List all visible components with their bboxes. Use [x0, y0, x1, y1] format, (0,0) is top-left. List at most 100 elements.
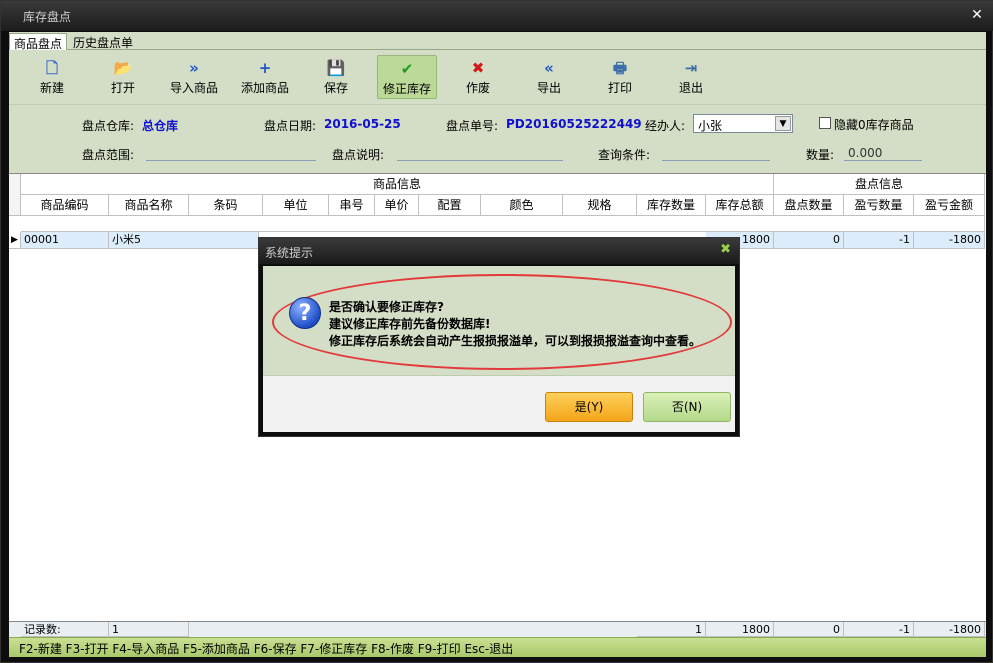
col-spec[interactable]: 规格 [563, 195, 637, 216]
filter-row[interactable] [21, 216, 985, 232]
print-icon: 🖶 [612, 59, 628, 77]
no-button[interactable]: 否(N) [643, 392, 731, 422]
cell-product-name[interactable]: 小米5 [109, 232, 259, 249]
col-diff-amount[interactable]: 盈亏金额 [914, 195, 985, 216]
new-button-label: 新建 [39, 81, 64, 95]
open-button[interactable]: 📂 打开 [93, 55, 153, 99]
save-icon: 💾 [326, 59, 346, 77]
footer-diff-amount: -1800 [914, 622, 985, 637]
tab-history-count[interactable]: 历史盘点单 [69, 33, 137, 50]
group-count-info: 盘点信息 [774, 174, 985, 195]
row-indicator-header [9, 174, 21, 216]
handler-select[interactable]: 小张 ▼ [693, 114, 793, 133]
dialog-title: 系统提示 [265, 246, 314, 260]
new-document-icon: 🗋 [45, 59, 59, 77]
title-bar: 库存盘点 ✕ [1, 1, 993, 31]
save-button-label: 保存 [323, 81, 348, 95]
row-pointer-icon: ▶ [9, 232, 21, 249]
hide-zero-stock-checkbox[interactable] [819, 117, 831, 129]
col-config[interactable]: 配置 [419, 195, 481, 216]
col-color[interactable]: 颜色 [481, 195, 563, 216]
cell-diff-qty[interactable]: -1 [844, 232, 914, 249]
cell-count-qty[interactable]: 0 [774, 232, 844, 249]
order-number-label: 盘点单号: [446, 119, 499, 133]
date-value[interactable]: 2016-05-25 [324, 117, 401, 131]
tab-bar: 商品盘点 历史盘点单 [9, 32, 986, 51]
query-input[interactable] [662, 144, 770, 161]
save-button[interactable]: 💾 保存 [306, 55, 366, 99]
print-button-label: 打印 [607, 81, 632, 95]
dialog-title-bar: 系统提示 ✖ [259, 238, 739, 264]
add-icon: + [258, 59, 272, 77]
warehouse-value[interactable]: 总仓库 [142, 117, 178, 134]
export-button-label: 导出 [536, 81, 561, 95]
cell-product-code[interactable]: 00001 [21, 232, 109, 249]
print-button[interactable]: 🖶 打印 [590, 55, 650, 99]
void-button-label: 作废 [465, 81, 490, 95]
count-form: 盘点仓库: 总仓库 盘点日期: 2016-05-25 盘点单号: PD20160… [9, 107, 986, 173]
exit-button[interactable]: ⇥ 退出 [661, 55, 721, 99]
void-button[interactable]: ✖ 作废 [448, 55, 508, 99]
add-product-button[interactable]: + 添加商品 [235, 55, 295, 99]
dialog-body: ? 是否确认要修正库存? 建议修正库存前先备份数据库! 修正库存后系统会自动产生… [263, 266, 735, 432]
footer-count-qty: 0 [774, 622, 844, 637]
message-line-1: 是否确认要修正库存? [329, 300, 444, 314]
col-stock-total[interactable]: 库存总额 [706, 195, 774, 216]
exit-icon: ⇥ [684, 59, 698, 77]
import-icon: » [189, 59, 199, 77]
record-count-label: 记录数: [21, 622, 109, 637]
handler-value: 小张 [698, 119, 723, 133]
col-product-name[interactable]: 商品名称 [109, 195, 189, 216]
footer-diff-qty: -1 [844, 622, 914, 637]
dialog-button-area: 是(Y) 否(N) [263, 376, 735, 432]
add-product-label: 添加商品 [240, 81, 289, 95]
confirm-dialog: 系统提示 ✖ ? 是否确认要修正库存? 建议修正库存前先备份数据库! 修正库存后… [258, 237, 740, 437]
import-products-label: 导入商品 [169, 81, 218, 95]
exit-button-label: 退出 [678, 81, 703, 95]
export-icon: « [544, 59, 554, 77]
col-unit-price[interactable]: 单价 [375, 195, 419, 216]
open-button-label: 打开 [110, 81, 135, 95]
col-count-qty[interactable]: 盘点数量 [774, 195, 844, 216]
cell-diff-amount[interactable]: -1800 [914, 232, 985, 249]
warehouse-label: 盘点仓库: [82, 119, 135, 133]
tab-product-count[interactable]: 商品盘点 [9, 33, 68, 51]
record-count-value: 1 [109, 622, 189, 637]
handler-label: 经办人: [645, 119, 686, 133]
fix-stock-button[interactable]: ✔ 修正库存 [377, 55, 437, 99]
chevron-down-icon[interactable]: ▼ [775, 116, 791, 131]
new-button[interactable]: 🗋 新建 [22, 55, 82, 99]
cancel-icon: ✖ [471, 59, 485, 77]
scope-label: 盘点范围: [82, 148, 135, 162]
note-input[interactable] [397, 144, 563, 161]
message-line-2: 建议修正库存前先备份数据库! [329, 317, 491, 331]
col-serial[interactable]: 串号 [329, 195, 375, 216]
col-stock-qty[interactable]: 库存数量 [637, 195, 706, 216]
yes-button[interactable]: 是(Y) [545, 392, 633, 422]
note-label: 盘点说明: [332, 148, 385, 162]
query-label: 查询条件: [598, 148, 651, 162]
close-icon[interactable]: ✕ [968, 6, 986, 24]
group-product-info: 商品信息 [21, 174, 774, 195]
quantity-label: 数量: [806, 148, 835, 162]
col-barcode[interactable]: 条码 [189, 195, 263, 216]
col-product-code[interactable]: 商品编码 [21, 195, 109, 216]
inventory-count-window: 库存盘点 ✕ 商品盘点 历史盘点单 🗋 新建 📂 打开 » 导入商品 + 添加商… [0, 0, 993, 663]
scope-input[interactable] [146, 144, 316, 161]
col-diff-qty[interactable]: 盈亏数量 [844, 195, 914, 216]
grid-footer: 记录数: 1 1 1800 0 -1 -1800 [9, 621, 986, 637]
date-label: 盘点日期: [264, 119, 317, 133]
quantity-input[interactable] [844, 144, 922, 161]
window-title: 库存盘点 [23, 10, 72, 24]
col-unit[interactable]: 单位 [263, 195, 329, 216]
footer-stock-qty: 1 [637, 622, 706, 637]
order-number-value: PD20160525222449 [506, 117, 642, 131]
dialog-close-icon[interactable]: ✖ [720, 242, 731, 257]
import-products-button[interactable]: » 导入商品 [164, 55, 224, 99]
dialog-message-area: ? 是否确认要修正库存? 建议修正库存前先备份数据库! 修正库存后系统会自动产生… [263, 266, 735, 376]
footer-stock-total: 1800 [706, 622, 774, 637]
hide-zero-stock-label: 隐藏0库存商品 [834, 118, 914, 132]
toolbar: 🗋 新建 📂 打开 » 导入商品 + 添加商品 💾 保存 ✔ 修正库存 ✖ 作废… [9, 51, 986, 105]
export-button[interactable]: « 导出 [519, 55, 579, 99]
fix-stock-label: 修正库存 [382, 82, 431, 96]
